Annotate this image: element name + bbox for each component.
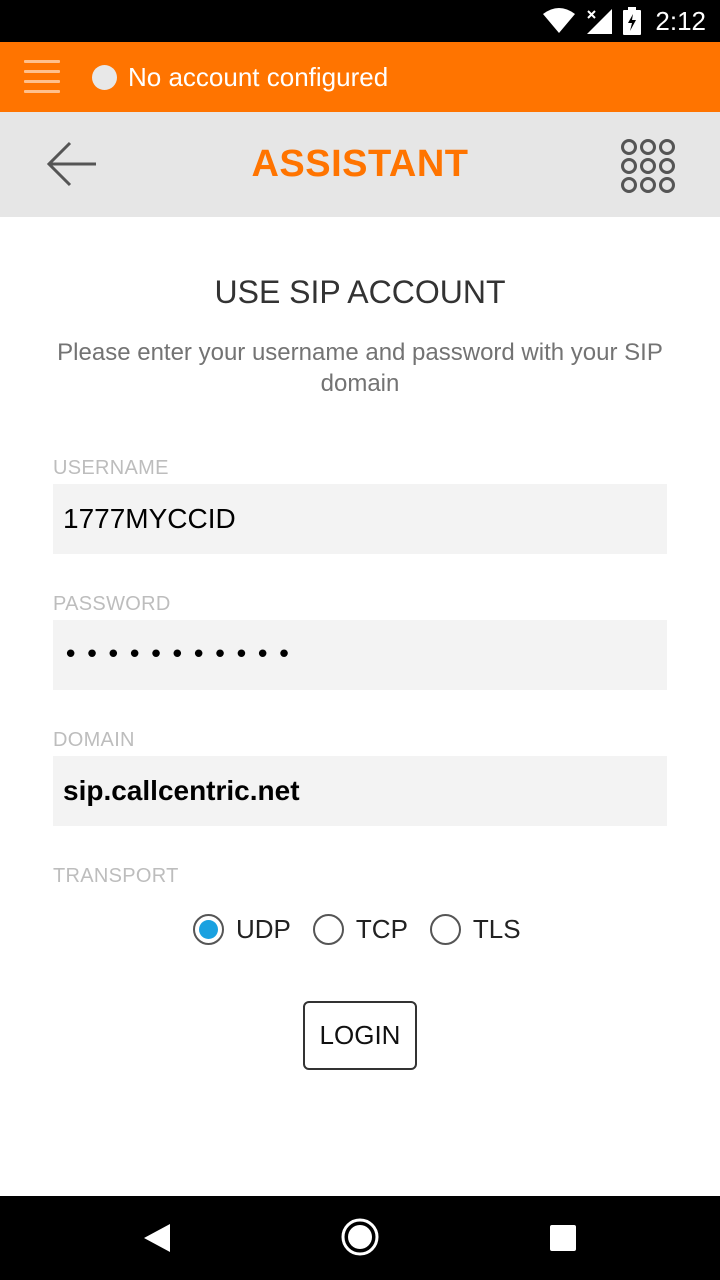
nav-home-icon[interactable] xyxy=(340,1217,380,1257)
radio-udp[interactable] xyxy=(193,913,224,945)
page-title: ASSISTANT xyxy=(251,143,469,185)
transport-option-tls[interactable]: TLS xyxy=(429,913,521,945)
username-field[interactable] xyxy=(53,484,667,554)
status-dot-icon xyxy=(92,65,117,90)
status-bar: 2:12 xyxy=(0,0,720,42)
battery-charging-icon xyxy=(623,7,642,35)
transport-label: TRANSPORT xyxy=(53,865,179,887)
menu-icon[interactable] xyxy=(24,60,60,94)
radio-label-tls: TLS xyxy=(472,913,521,944)
account-status-text: No account configured xyxy=(128,62,389,92)
radio-label-tcp: TCP xyxy=(355,913,408,944)
password-label: PASSWORD xyxy=(53,593,171,615)
account-bar: No account configured xyxy=(0,42,720,112)
radio-label-udp: UDP xyxy=(236,913,291,944)
nav-back-icon[interactable] xyxy=(142,1222,172,1254)
password-field[interactable] xyxy=(53,620,667,690)
transport-radio-group: UDP TCP TLS xyxy=(193,912,543,946)
login-button[interactable]: LOGIN xyxy=(303,1001,417,1070)
back-arrow-icon[interactable] xyxy=(44,138,100,190)
radio-selected-dot xyxy=(199,919,218,939)
domain-field[interactable] xyxy=(53,756,667,826)
status-time: 2:12 xyxy=(655,5,706,36)
domain-label: DOMAIN xyxy=(53,729,135,751)
wifi-icon xyxy=(543,8,576,33)
username-label: USERNAME xyxy=(53,457,169,479)
section-heading: USE SIP ACCOUNT xyxy=(214,274,506,310)
nav-recent-icon[interactable] xyxy=(550,1225,576,1251)
radio-tcp[interactable] xyxy=(312,913,344,945)
status-icons: 2:12 xyxy=(543,0,706,42)
instructions-text: Please enter your username and password … xyxy=(57,339,663,397)
radio-tls[interactable] xyxy=(429,913,461,945)
transport-option-udp[interactable]: UDP xyxy=(193,913,291,945)
signal-icon xyxy=(587,9,613,34)
transport-option-tcp[interactable]: TCP xyxy=(312,913,408,945)
dialer-icon[interactable] xyxy=(620,138,676,194)
